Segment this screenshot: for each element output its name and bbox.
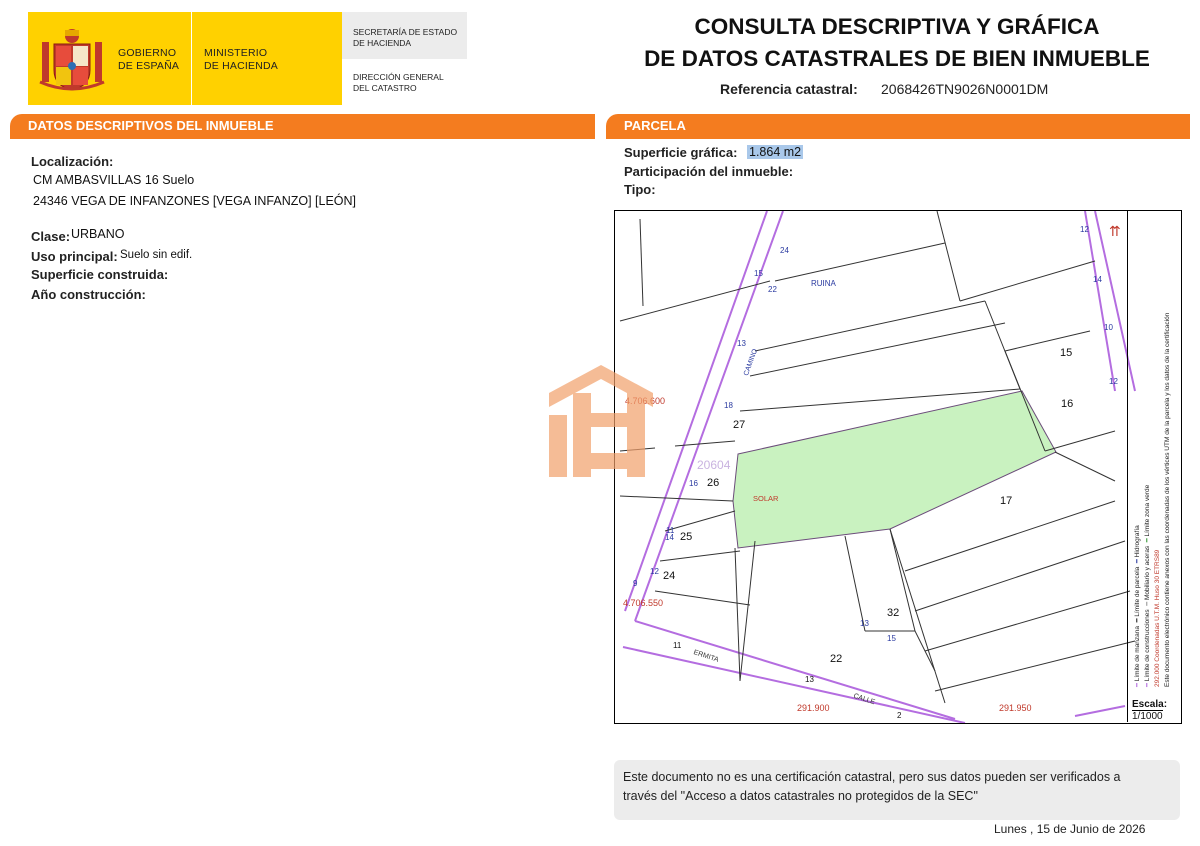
superficie-grafica-value: 1.864 m2 (747, 145, 804, 159)
map-label-solar: SOLAR (753, 494, 779, 503)
map-street-number: 16 (689, 479, 698, 488)
parcel-polygon (732, 390, 1057, 549)
localizacion-label: Localización: (31, 154, 114, 169)
legend-doc-note: Este documento electrónico contiene anex… (1164, 312, 1171, 687)
map-parcel-32: 32 (887, 607, 900, 619)
map-street-number: 9 (633, 579, 638, 588)
secretaria-text: SECRETARÍA DE ESTADO DE HACIENDA (353, 27, 458, 48)
coat-of-arms-icon (39, 29, 105, 91)
document-title-line2: DE DATOS CATASTRALES DE BIEN INMUEBLE (644, 46, 1150, 71)
ministerio-text: MINISTERIO DE HACIENDA (204, 47, 278, 72)
legend-manzana: Límite de manzana (1134, 625, 1141, 682)
section-title-parcela: PARCELA (606, 114, 1190, 136)
map-coord-north-2: 4.706.550 (623, 598, 664, 608)
clase-value: URBANO (71, 227, 125, 241)
superficie-construida-label: Superficie construida: (31, 267, 169, 282)
map-street-number: 13 (860, 619, 869, 628)
map-parcel-id: 20604 (697, 458, 731, 472)
ref-catastral-value: 2068426TN9026N0001DM (881, 81, 1049, 97)
legend-parcela: Límite de parcela (1134, 566, 1141, 617)
map-street-number: 10 (1104, 323, 1113, 332)
scale-label: Escala: (1132, 699, 1168, 710)
map-coord-east-2: 291.950 (999, 703, 1032, 713)
section-bar-parcela: PARCELA (606, 114, 1190, 139)
section-title-datos: DATOS DESCRIPTIVOS DEL INMUEBLE (10, 114, 595, 136)
legend-construcciones: Límite de construcciones (1144, 609, 1151, 682)
cadastral-map: RUINA SOLAR 20604 4.706.600 4.706.550 29… (614, 210, 1182, 724)
scale-value: 1/1000 (1132, 710, 1163, 722)
map-label-ruina: RUINA (811, 279, 836, 288)
map-street-number: 15 (887, 634, 896, 643)
document-date: Lunes , 15 de Junio de 2026 (994, 822, 1146, 836)
uso-principal-value: Suelo sin edif. (120, 249, 193, 261)
map-street-number: 13 (737, 339, 746, 348)
map-parcel-24: 24 (663, 570, 676, 582)
document-title-line1: CONSULTA DESCRIPTIVA Y GRÁFICA (694, 14, 1100, 39)
map-street-number: 13 (805, 675, 814, 684)
map-street-number: 15 (754, 269, 763, 278)
legend-hidrografia: Hidrografía (1134, 525, 1141, 558)
map-street-number: 2 (897, 711, 902, 720)
localizacion-line1: CM AMBASVILLAS 16 Suelo (33, 173, 195, 187)
map-street-number: 18 (724, 401, 733, 410)
legend-entries: ━ Límite de manzana ━ Límite de parcela … (1133, 277, 1173, 687)
direccion-catastro-text: DIRECCIÓN GENERAL DEL CATASTRO (353, 72, 444, 93)
map-street-number: 12 (650, 567, 659, 576)
map-street-number: 14 (665, 533, 674, 542)
north-arrow-icon: ⇈ (1109, 223, 1121, 239)
disclaimer-box: Este documento no es una certificación c… (614, 760, 1180, 820)
map-parcel-15: 15 (1060, 347, 1073, 359)
map-parcel-16: 16 (1061, 398, 1074, 410)
map-coord-east-1: 291.900 (797, 703, 830, 713)
superficie-grafica-label: Superficie gráfica: (624, 145, 738, 160)
map-parcel-26: 26 (707, 477, 720, 489)
map-street-number: 12 (1080, 225, 1089, 234)
map-parcel-25: 25 (680, 531, 693, 543)
map-parcel-17: 17 (1000, 495, 1013, 507)
tipo-label: Tipo: (624, 182, 656, 197)
ref-catastral-label: Referencia catastral: (720, 81, 858, 97)
localizacion-line2: 24346 VEGA DE INFANZONES [VEGA INFANZO] … (33, 194, 357, 208)
map-street-number: 22 (768, 285, 777, 294)
watermark-logo-icon (549, 365, 653, 477)
participacion-label: Participación del inmueble: (624, 164, 794, 179)
legend-mobiliario: Mobiliario y aceras (1144, 545, 1151, 600)
disclaimer-line1: Este documento no es una certificación c… (623, 770, 1121, 784)
legend-coords: 292.000 Coordenadas U.T.M. Huso 30 ETRS8… (1154, 549, 1161, 687)
uso-principal-label: Uso principal: (31, 249, 118, 264)
gobierno-text: GOBIERNO DE ESPAÑA (118, 47, 180, 72)
legend-zona-verde: Límite zona verde (1144, 484, 1151, 537)
disclaimer-line2: través del "Acceso a datos catastrales n… (623, 789, 978, 803)
map-street-number: 11 (673, 641, 682, 650)
anio-construccion-label: Año construcción: (31, 287, 146, 302)
map-parcel-27: 27 (733, 419, 746, 431)
map-street-number: 14 (1093, 275, 1102, 284)
map-street-number: 12 (1109, 377, 1118, 386)
map-parcel-22: 22 (830, 653, 843, 665)
logo-divider (191, 12, 192, 105)
map-legend: ━ Límite de manzana ━ Límite de parcela … (1127, 210, 1182, 722)
section-bar-datos: DATOS DESCRIPTIVOS DEL INMUEBLE (10, 114, 595, 139)
map-street-number: 24 (780, 246, 789, 255)
clase-label: Clase: (31, 229, 71, 244)
